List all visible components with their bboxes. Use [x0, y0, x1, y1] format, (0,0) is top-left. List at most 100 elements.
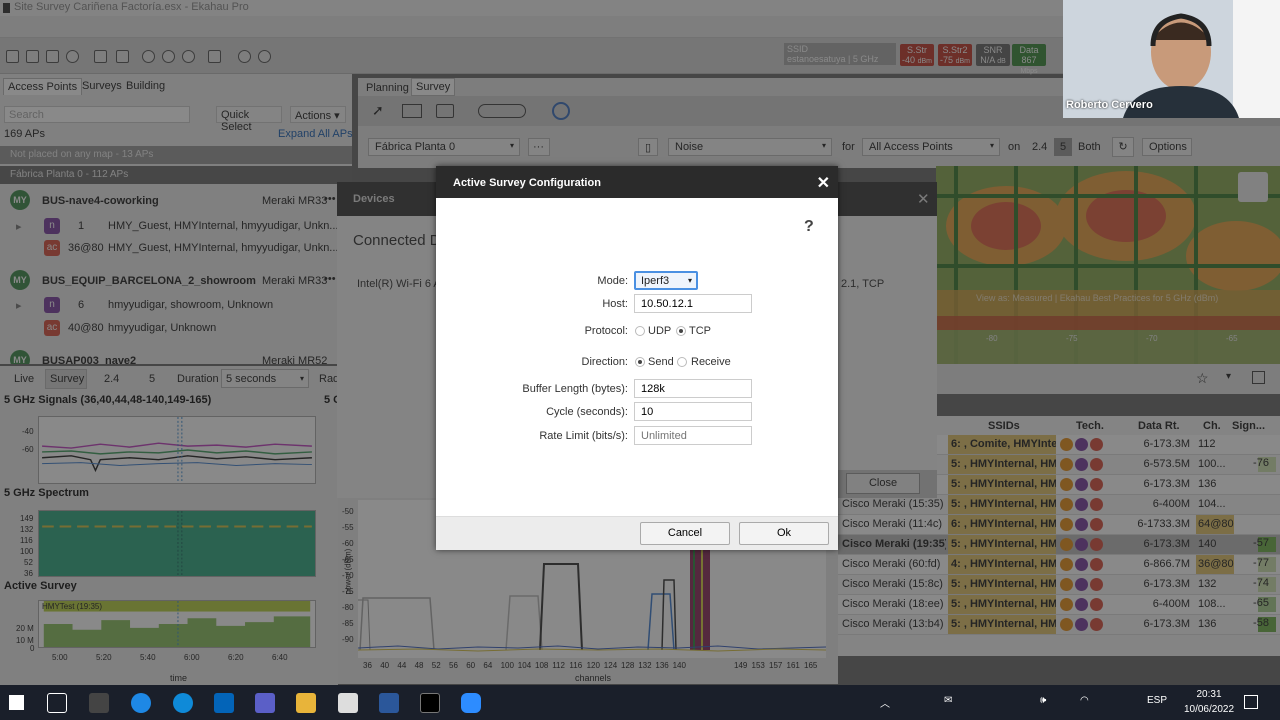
band-5-button[interactable]: 5: [149, 373, 155, 385]
notifications-icon[interactable]: [1244, 695, 1258, 709]
refresh-icon[interactable]: ↻: [1112, 137, 1134, 157]
legend-chart-icon[interactable]: [1238, 172, 1268, 202]
survey-tool-icon[interactable]: [552, 102, 570, 120]
expand-arrow-icon[interactable]: ▸: [16, 220, 22, 233]
word-icon[interactable]: [379, 693, 399, 713]
options-button[interactable]: Options: [1142, 138, 1192, 156]
table-row[interactable]: Cisco Meraki (13:b4) 5: , HMYInternal, HM…: [828, 615, 1280, 635]
teams-icon[interactable]: [255, 693, 275, 713]
device-icon[interactable]: ▯: [638, 138, 658, 156]
table-row[interactable]: Cisco Meraki (15:35) 5: , HMYInternal, HM…: [838, 495, 1280, 515]
more-icon[interactable]: •••: [324, 193, 336, 205]
ap-filter-select[interactable]: All Access Points ▾: [862, 138, 1000, 156]
edge-icon[interactable]: [173, 693, 193, 713]
group-not-placed[interactable]: Not placed on any map - 13 APs: [0, 146, 352, 164]
ok-button[interactable]: Ok: [739, 522, 829, 545]
grid-icon[interactable]: [94, 50, 107, 63]
col-channel[interactable]: Ch.: [1203, 420, 1221, 432]
ap-row[interactable]: MY BUS_EQUIP_BARCELONA_2_showroom Meraki…: [0, 268, 346, 294]
undo-icon[interactable]: [238, 50, 251, 63]
view-select[interactable]: Noise ▾: [668, 138, 832, 156]
open-icon[interactable]: [6, 50, 19, 63]
table-row[interactable]: Cisco Meraki (11:4c) 6: , HMYInternal, HM…: [838, 515, 1280, 535]
host-input[interactable]: [634, 294, 752, 313]
redo-icon[interactable]: [258, 50, 271, 63]
popout-icon[interactable]: [1252, 371, 1265, 384]
heatmap-view[interactable]: View as: Measured | Ekahau Best Practice…: [936, 166, 1280, 364]
pointer-icon[interactable]: ➚: [372, 102, 384, 119]
radio-row[interactable]: ac 40@80 hmyyudigar, Unknown: [0, 316, 346, 342]
band-5-toggle[interactable]: 5: [1054, 138, 1072, 156]
export-icon[interactable]: [46, 50, 59, 63]
col-ssids[interactable]: SSIDs: [988, 420, 1020, 432]
buffer-input[interactable]: [634, 379, 752, 398]
tab-surveys[interactable]: Surveys: [78, 78, 126, 94]
floor-select[interactable]: Fábrica Planta 0 ▾: [368, 138, 520, 156]
more-icon[interactable]: •••: [324, 273, 336, 285]
tray-chevron-icon[interactable]: ︿: [880, 695, 890, 710]
comment-icon[interactable]: [436, 104, 454, 118]
close-button[interactable]: Close: [846, 473, 920, 494]
close-icon[interactable]: ✕: [817, 173, 830, 193]
terminal-icon[interactable]: [89, 693, 109, 713]
col-tech[interactable]: Tech.: [1076, 420, 1104, 432]
tab-access-points[interactable]: Access Points: [3, 78, 83, 95]
rate-limit-input[interactable]: [634, 426, 752, 445]
volume-icon[interactable]: 🕪: [1040, 695, 1046, 706]
cancel-button[interactable]: Cancel: [640, 522, 730, 545]
survey-button[interactable]: Survey: [45, 369, 87, 389]
band-both-toggle[interactable]: Both: [1078, 141, 1101, 153]
tab-building[interactable]: Building: [122, 78, 169, 94]
protocol-udp-radio[interactable]: [635, 326, 645, 336]
live-button[interactable]: Live: [14, 373, 34, 385]
expand-all-link[interactable]: Expand All APs: [278, 128, 353, 140]
expand-arrow-icon[interactable]: ▸: [16, 299, 22, 312]
chart-icon[interactable]: [208, 50, 221, 63]
mode-select[interactable]: Iperf3 ▾: [634, 271, 698, 290]
clock-date[interactable]: 10/06/2022: [1178, 704, 1240, 715]
direction-send-radio[interactable]: [635, 357, 645, 367]
radio-row[interactable]: ac 36@80 HMY_Guest, HMYInternal, hmyyudi…: [0, 236, 346, 262]
zoom-fit-icon[interactable]: [182, 50, 195, 63]
help-icon[interactable]: ?: [804, 218, 814, 236]
duration-select[interactable]: 5 seconds ▾: [221, 369, 309, 388]
ap-row[interactable]: MY BUS-nave4-coworking Meraki MR33 •••: [0, 188, 346, 214]
ekahau-icon[interactable]: [420, 693, 440, 713]
mail-icon[interactable]: ✉: [944, 695, 952, 706]
layout-icon[interactable]: [116, 50, 129, 63]
table-row[interactable]: Cisco Meraki (60:fd) 4: , HMYInternal, HM…: [838, 555, 1280, 575]
app-blue-icon[interactable]: [131, 693, 151, 713]
cycle-input[interactable]: [634, 402, 752, 421]
floor-more-button[interactable]: ···: [528, 138, 550, 156]
band-24-button[interactable]: 2.4: [104, 373, 119, 385]
close-icon[interactable]: ✕: [917, 190, 930, 208]
zoom-in-icon[interactable]: [142, 50, 155, 63]
ruler-icon[interactable]: [402, 104, 422, 118]
start-icon[interactable]: [9, 695, 24, 710]
walls-icon[interactable]: [478, 104, 526, 118]
table-row[interactable]: Cisco Meraki (19:35) 5: , HMYInternal, HM…: [838, 535, 1280, 555]
save-icon[interactable]: [26, 50, 39, 63]
table-row[interactable]: Cisco Meraki (15:8c) 5: , HMYInternal, HM…: [828, 575, 1280, 595]
actions-button[interactable]: Actions ▾: [290, 106, 346, 123]
ap-search-input[interactable]: Search: [4, 106, 190, 123]
star-icon[interactable]: ☆: [1196, 370, 1209, 387]
direction-receive-radio[interactable]: [677, 357, 687, 367]
clock-time[interactable]: 20:31: [1184, 689, 1234, 700]
cloud-icon[interactable]: [66, 50, 79, 63]
file-explorer-icon[interactable]: [296, 693, 316, 713]
table-row[interactable]: Cisco Meraki (18:ee) 5: , HMYInternal, HM…: [828, 595, 1280, 615]
ap-row[interactable]: MY BUSAP003_nave2 Meraki MR52: [0, 348, 346, 364]
quick-select-button[interactable]: Quick Select: [216, 106, 282, 133]
group-fabrica[interactable]: Fábrica Planta 0 - 112 APs: [0, 166, 352, 184]
task-view-icon[interactable]: [47, 693, 67, 713]
band-24-toggle[interactable]: 2.4: [1032, 141, 1047, 153]
tab-planning[interactable]: Planning: [362, 80, 413, 96]
notepad-icon[interactable]: [338, 693, 358, 713]
protocol-tcp-radio[interactable]: [676, 326, 686, 336]
zoom-out-icon[interactable]: [162, 50, 175, 63]
wifi-icon[interactable]: ◠: [1080, 695, 1089, 706]
col-signal[interactable]: Sign...: [1232, 420, 1265, 432]
tab-survey[interactable]: Survey: [411, 78, 456, 96]
language-indicator[interactable]: ESP: [1147, 695, 1167, 706]
